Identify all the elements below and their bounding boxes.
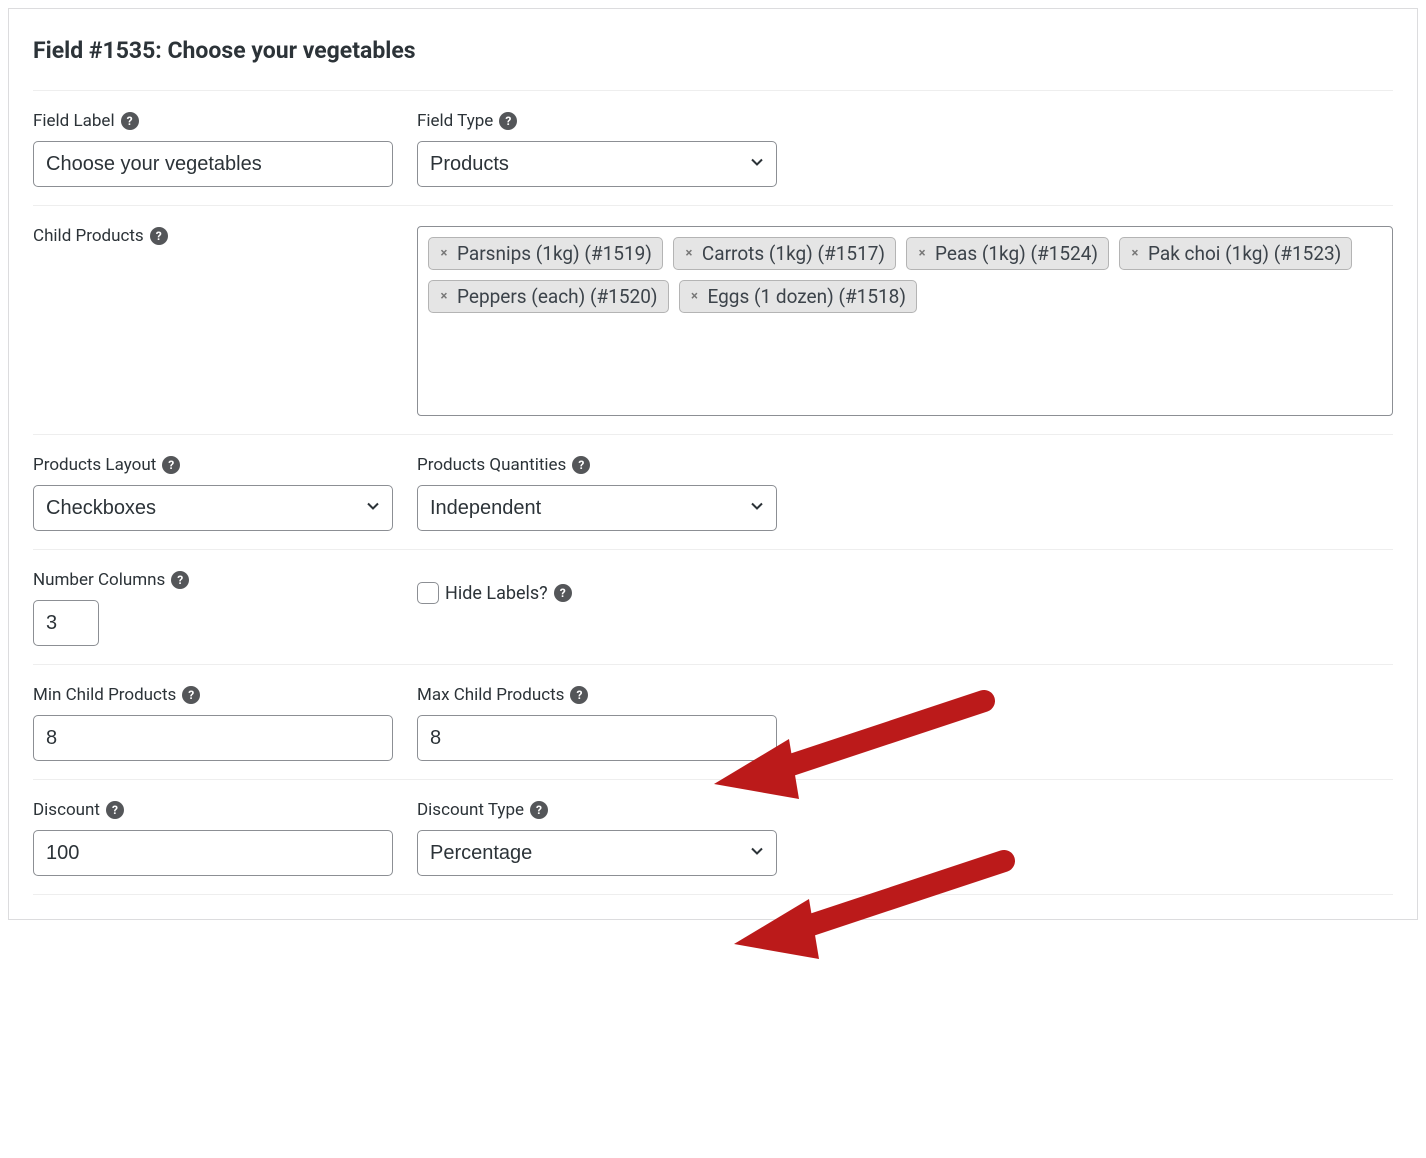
discount-type-select-wrap: Percentage	[417, 830, 777, 876]
min-child-input[interactable]	[33, 715, 393, 761]
products-quantities-label: Products Quantities ?	[417, 455, 777, 475]
products-quantities-select[interactable]: Independent	[417, 485, 777, 531]
close-icon[interactable]: ×	[913, 245, 931, 263]
field-config-panel: Field #1535: Choose your vegetables Fiel…	[8, 8, 1418, 920]
tag-label: Pak choi (1kg) (#1523)	[1148, 242, 1341, 265]
min-child-label: Min Child Products ?	[33, 685, 393, 705]
help-icon[interactable]: ?	[182, 686, 200, 704]
help-icon[interactable]: ?	[530, 801, 548, 819]
help-icon[interactable]: ?	[554, 584, 572, 602]
products-layout-select[interactable]: Checkboxes	[33, 485, 393, 531]
col-products-layout: Products Layout ? Checkboxes	[33, 455, 393, 531]
close-icon[interactable]: ×	[435, 245, 453, 263]
discount-input[interactable]	[33, 830, 393, 876]
help-icon[interactable]: ?	[572, 456, 590, 474]
row-discount: Discount ? Discount Type ? Percentage	[33, 780, 1393, 895]
row-columns-hidelabels: Number Columns ? Hide Labels? ?	[33, 550, 1393, 665]
col-min-child: Min Child Products ?	[33, 685, 393, 761]
col-discount-type: Discount Type ? Percentage	[417, 800, 777, 876]
help-icon[interactable]: ?	[171, 571, 189, 589]
row-label-type: Field Label ? Field Type ? Products	[33, 91, 1393, 206]
help-icon[interactable]: ?	[162, 456, 180, 474]
child-product-tag[interactable]: ×Peas (1kg) (#1524)	[906, 237, 1109, 270]
col-child-products-label: Child Products ?	[33, 226, 393, 416]
close-icon[interactable]: ×	[680, 245, 698, 263]
close-icon[interactable]: ×	[435, 288, 453, 306]
col-max-child: Max Child Products ?	[417, 685, 777, 761]
hide-labels-row: Hide Labels? ?	[417, 570, 777, 616]
tag-label: Parsnips (1kg) (#1519)	[457, 242, 652, 265]
field-type-label: Field Type ?	[417, 111, 777, 131]
child-product-tag[interactable]: ×Eggs (1 dozen) (#1518)	[679, 280, 917, 313]
discount-type-text: Discount Type	[417, 800, 524, 820]
field-type-text: Field Type	[417, 111, 493, 131]
child-product-tag[interactable]: ×Pak choi (1kg) (#1523)	[1119, 237, 1352, 270]
panel-title: Field #1535: Choose your vegetables	[33, 29, 1393, 91]
close-icon[interactable]: ×	[1126, 245, 1144, 263]
help-icon[interactable]: ?	[570, 686, 588, 704]
discount-label: Discount ?	[33, 800, 393, 820]
child-products-text: Child Products	[33, 226, 144, 246]
tag-label: Carrots (1kg) (#1517)	[702, 242, 885, 265]
field-label-label: Field Label ?	[33, 111, 393, 131]
col-field-label: Field Label ?	[33, 111, 393, 187]
col-field-type: Field Type ? Products	[417, 111, 777, 187]
help-icon[interactable]: ?	[499, 112, 517, 130]
discount-type-label: Discount Type ?	[417, 800, 777, 820]
col-number-columns: Number Columns ?	[33, 570, 393, 646]
products-quantities-select-wrap: Independent	[417, 485, 777, 531]
max-child-input[interactable]	[417, 715, 777, 761]
number-columns-input[interactable]	[33, 600, 99, 646]
number-columns-text: Number Columns	[33, 570, 165, 590]
child-products-label: Child Products ?	[33, 226, 393, 246]
field-type-select-wrap: Products	[417, 141, 777, 187]
tag-label: Peppers (each) (#1520)	[457, 285, 658, 308]
help-icon[interactable]: ?	[106, 801, 124, 819]
tag-label: Peas (1kg) (#1524)	[935, 242, 1098, 265]
products-quantities-text: Products Quantities	[417, 455, 566, 475]
number-columns-label: Number Columns ?	[33, 570, 393, 590]
help-icon[interactable]: ?	[121, 112, 139, 130]
row-layout-quantities: Products Layout ? Checkboxes Products Qu…	[33, 435, 1393, 550]
hide-labels-text: Hide Labels?	[445, 583, 548, 604]
max-child-text: Max Child Products	[417, 685, 564, 705]
row-min-max: Min Child Products ? Max Child Products …	[33, 665, 1393, 780]
discount-text: Discount	[33, 800, 100, 820]
col-hide-labels: Hide Labels? ?	[417, 570, 777, 646]
field-label-text: Field Label	[33, 111, 115, 131]
field-type-select[interactable]: Products	[417, 141, 777, 187]
child-product-tag[interactable]: ×Peppers (each) (#1520)	[428, 280, 669, 313]
max-child-label: Max Child Products ?	[417, 685, 777, 705]
products-layout-label: Products Layout ?	[33, 455, 393, 475]
close-icon[interactable]: ×	[686, 288, 704, 306]
products-layout-select-wrap: Checkboxes	[33, 485, 393, 531]
help-icon[interactable]: ?	[150, 227, 168, 245]
child-product-tag[interactable]: ×Parsnips (1kg) (#1519)	[428, 237, 663, 270]
hide-labels-checkbox[interactable]	[417, 582, 439, 604]
col-products-quantities: Products Quantities ? Independent	[417, 455, 777, 531]
products-layout-text: Products Layout	[33, 455, 156, 475]
col-discount: Discount ?	[33, 800, 393, 876]
min-child-text: Min Child Products	[33, 685, 176, 705]
child-products-tagbox[interactable]: ×Parsnips (1kg) (#1519)×Carrots (1kg) (#…	[417, 226, 1393, 416]
field-label-input[interactable]	[33, 141, 393, 187]
child-product-tag[interactable]: ×Carrots (1kg) (#1517)	[673, 237, 896, 270]
col-child-products-tags: ×Parsnips (1kg) (#1519)×Carrots (1kg) (#…	[417, 226, 1393, 416]
discount-type-select[interactable]: Percentage	[417, 830, 777, 876]
tag-label: Eggs (1 dozen) (#1518)	[708, 285, 906, 308]
row-child-products: Child Products ? ×Parsnips (1kg) (#1519)…	[33, 206, 1393, 435]
